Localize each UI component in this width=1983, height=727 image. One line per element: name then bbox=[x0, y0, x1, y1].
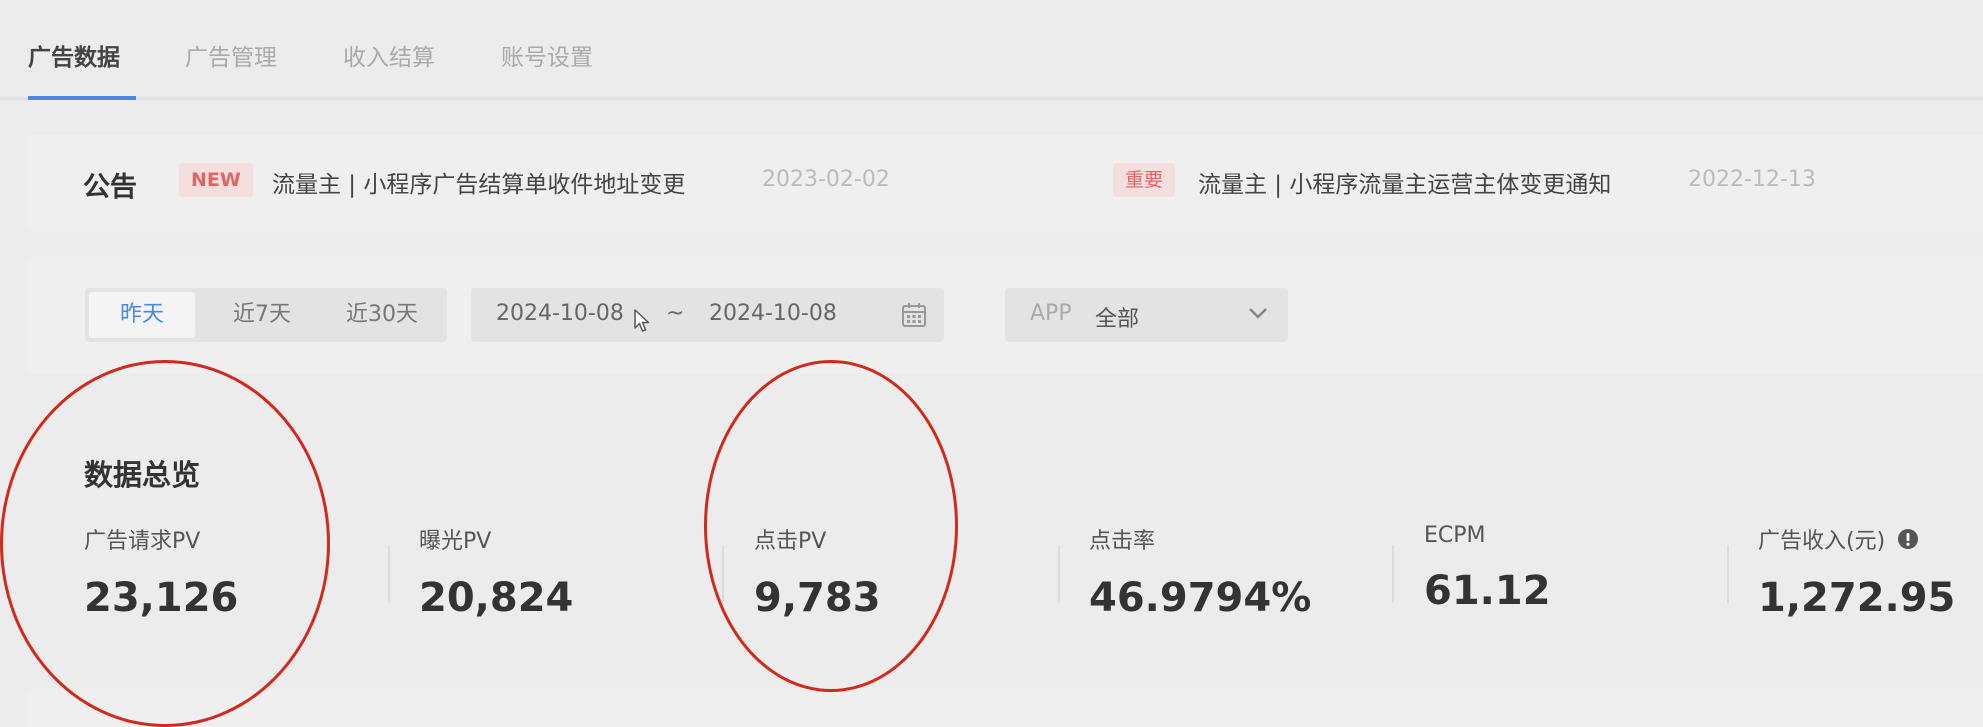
notice-link-1[interactable]: 流量主 | 小程序广告结算单收件地址变更 bbox=[272, 165, 685, 199]
cursor-icon bbox=[634, 309, 650, 332]
date-range-segmented: 昨天 近7天 近30天 bbox=[85, 288, 447, 342]
top-nav: 广告数据 广告管理 收入结算 账号设置 bbox=[0, 0, 1983, 100]
notice-title: 公告 bbox=[83, 172, 137, 203]
tab-ad-management[interactable]: 广告管理 bbox=[185, 38, 277, 72]
new-badge: NEW bbox=[179, 163, 253, 197]
metric-label: ECPM bbox=[1424, 523, 1486, 548]
metric-value: 20,824 bbox=[419, 575, 574, 621]
app-select-value: 全部 bbox=[1095, 307, 1140, 332]
metric-ecpm: ECPM 61.12 bbox=[1424, 523, 1551, 614]
date-range-picker[interactable]: 2024-10-08 ~ 2024-10-08 bbox=[471, 288, 944, 342]
active-tab-indicator bbox=[28, 96, 136, 100]
metric-label: 点击率 bbox=[1089, 529, 1156, 554]
metric-ad-income: 广告收入(元) 1,272.95 bbox=[1758, 523, 1955, 621]
notice-panel: 公告 NEW 流量主 | 小程序广告结算单收件地址变更 2023-02-02 重… bbox=[28, 135, 1983, 230]
tab-account-settings[interactable]: 账号设置 bbox=[501, 38, 593, 72]
metric-divider bbox=[1058, 545, 1060, 603]
info-icon[interactable] bbox=[1897, 528, 1919, 550]
metric-divider bbox=[388, 545, 390, 603]
start-date: 2024-10-08 bbox=[496, 301, 624, 326]
app-select[interactable]: APP 全部 bbox=[1005, 288, 1288, 342]
date-separator: ~ bbox=[666, 301, 685, 326]
range-7days[interactable]: 近7天 bbox=[207, 292, 317, 338]
filter-panel: 昨天 近7天 近30天 2024-10-08 ~ 2024-10-08 APP … bbox=[28, 258, 1983, 373]
range-30days[interactable]: 近30天 bbox=[321, 292, 443, 338]
bottom-panel bbox=[28, 690, 1983, 727]
annotation-circle bbox=[704, 360, 958, 692]
metric-label: 曝光PV bbox=[419, 529, 492, 554]
notice-link-2[interactable]: 流量主 | 小程序流量主运营主体变更通知 bbox=[1198, 165, 1611, 199]
ad-data-page: 广告数据 广告管理 收入结算 账号设置 公告 NEW 流量主 | 小程序广告结算… bbox=[0, 0, 1983, 727]
metric-divider bbox=[1727, 545, 1729, 603]
metric-click-rate: 点击率 46.9794% bbox=[1089, 523, 1311, 621]
app-select-label: APP bbox=[1030, 301, 1072, 326]
important-badge: 重要 bbox=[1113, 163, 1176, 197]
chevron-down-icon bbox=[1249, 308, 1267, 319]
notice-date-1: 2023-02-02 bbox=[762, 167, 890, 192]
tab-ad-data[interactable]: 广告数据 bbox=[28, 38, 120, 72]
metric-label: 广告收入(元) bbox=[1758, 529, 1886, 554]
tab-income-settlement[interactable]: 收入结算 bbox=[343, 38, 435, 72]
metric-divider bbox=[1392, 545, 1394, 603]
end-date: 2024-10-08 bbox=[709, 301, 837, 326]
metric-value: 46.9794% bbox=[1089, 575, 1312, 621]
annotation-circle bbox=[0, 360, 330, 727]
metric-value: 61.12 bbox=[1424, 568, 1551, 614]
notice-date-2: 2022-12-13 bbox=[1688, 167, 1816, 192]
metric-impression-pv: 曝光PV 20,824 bbox=[419, 523, 573, 621]
range-yesterday[interactable]: 昨天 bbox=[89, 292, 195, 338]
metric-value: 1,272.95 bbox=[1758, 575, 1956, 621]
calendar-icon[interactable] bbox=[901, 302, 927, 328]
metric-label-row: 广告收入(元) bbox=[1758, 523, 1955, 555]
